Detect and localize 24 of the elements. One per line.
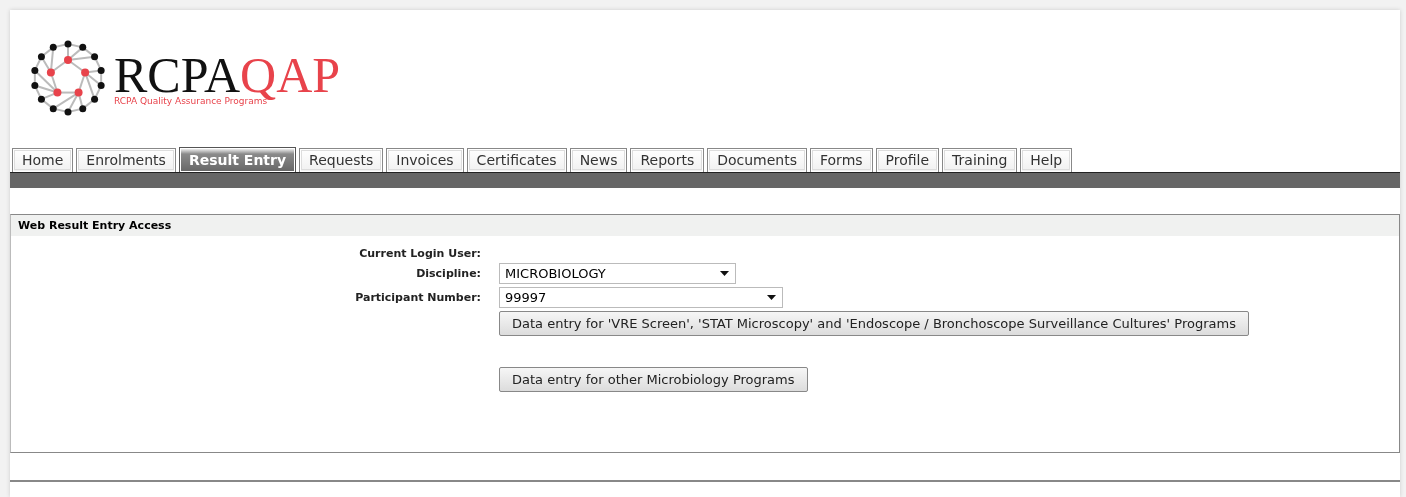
nav-tab[interactable]: Help	[1020, 148, 1073, 172]
field-label: Discipline:	[415, 267, 481, 280]
nav-tab[interactable]: Forms	[810, 148, 873, 172]
caret-icon	[767, 295, 776, 300]
nav-tab[interactable]: Training	[942, 148, 1018, 172]
field-label: Current Login User:	[358, 247, 481, 260]
program-button[interactable]: Data entry for other Microbiology Programs	[499, 367, 808, 392]
dropdown-field[interactable]: 99997	[499, 287, 783, 308]
nav-tab[interactable]: Reports	[630, 148, 705, 172]
network-logo-icon	[30, 39, 106, 116]
program-button[interactable]: Data entry for 'VRE Screen', 'STAT Microscopy' and 'Endoscope / Bronchoscope Surveillance Cultures' Programs	[499, 311, 1249, 336]
nav-tab[interactable]: Home	[12, 148, 74, 172]
nav-tab[interactable]: Documents	[707, 148, 807, 172]
nav-tab[interactable]: News	[569, 148, 628, 172]
panel-title: Web Result Entry Access	[11, 215, 1399, 236]
nav-tab[interactable]: Result Entry	[178, 147, 297, 172]
nav-tab[interactable]: Profile	[875, 148, 940, 172]
nav-tab[interactable]: Certificates	[466, 148, 567, 172]
nav-tab[interactable]: Requests	[299, 148, 384, 172]
nav-tab[interactable]: Enrolments	[76, 148, 176, 172]
nav-tab[interactable]: Invoices	[386, 148, 464, 172]
caret-icon	[720, 271, 729, 276]
field-label: Participant Number:	[354, 291, 481, 304]
dropdown-field[interactable]: MICROBIOLOGY	[499, 263, 736, 284]
